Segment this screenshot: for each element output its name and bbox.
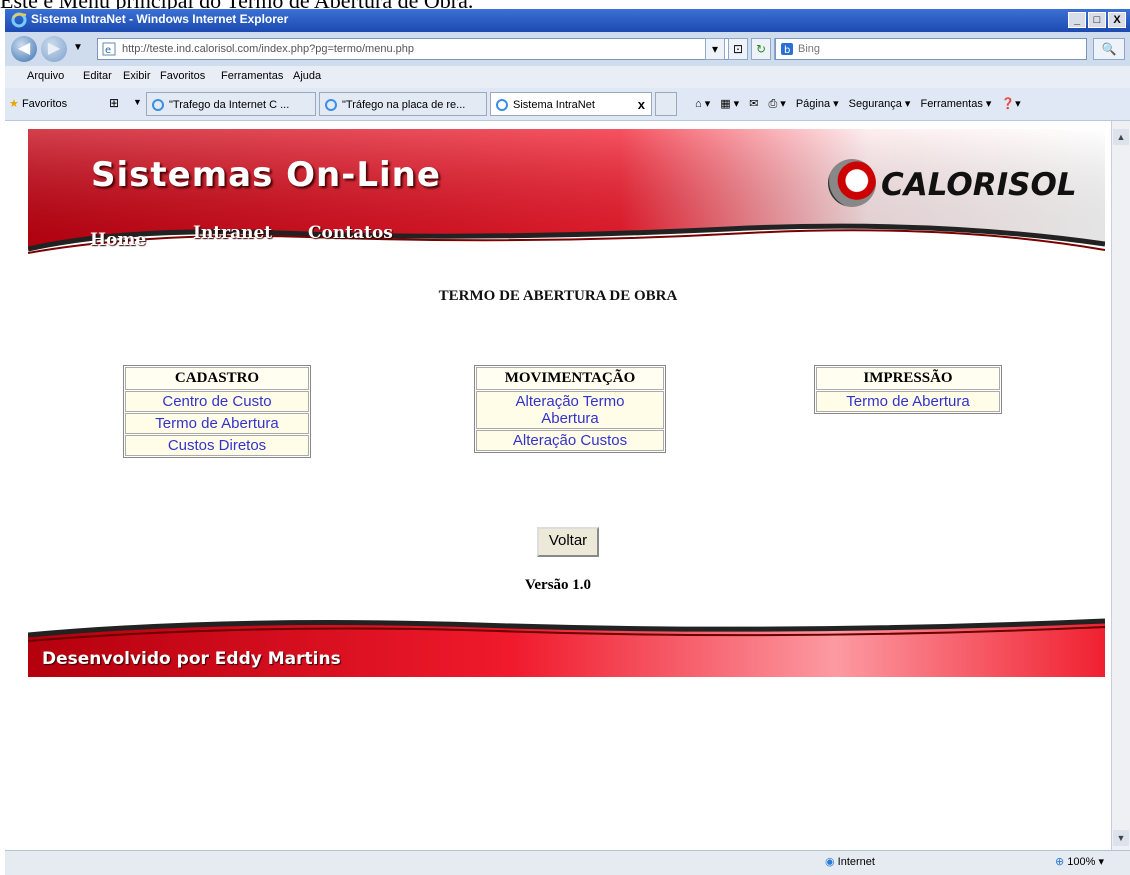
site-title: Sistemas On-Line — [91, 155, 441, 195]
menu-ferramentas[interactable]: Ferramentas — [221, 70, 283, 82]
print-icon[interactable]: ⎙ ▾ — [768, 97, 785, 111]
history-dropdown-icon[interactable]: ▼ — [73, 42, 83, 53]
search-placeholder: Bing — [798, 43, 821, 55]
window-titlebar[interactable]: Sistema IntraNet - Windows Internet Expl… — [5, 9, 1130, 32]
imprimir-termo-de-abertura-link[interactable]: Termo de Abertura — [816, 391, 1000, 412]
ie-tab-icon — [152, 99, 164, 111]
scroll-up-icon[interactable]: ▲ — [1113, 129, 1129, 145]
back-button[interactable]: ◀ — [11, 36, 37, 62]
menu-bar: Arquivo Editar Exibir Favoritos Ferramen… — [5, 66, 1130, 89]
footer-credit: Desenvolvido por Eddy Martins — [42, 649, 341, 669]
search-button[interactable]: 🔍 — [1093, 38, 1125, 60]
address-url: http://teste.ind.calorisol.com/index.php… — [122, 43, 414, 55]
quick-tabs-icon[interactable]: ⊞ — [109, 96, 119, 110]
tab-list-icon[interactable]: ▼ — [133, 97, 142, 107]
minimize-button[interactable]: _ — [1068, 12, 1086, 28]
window-title: Sistema IntraNet - Windows Internet Expl… — [31, 12, 289, 26]
tab-trafego-placa[interactable]: "Tráfego na placa de re... — [319, 92, 487, 116]
compatibility-view-icon[interactable]: ⊡ — [728, 38, 748, 60]
page-menu[interactable]: Página ▾ — [796, 97, 839, 111]
tab-sistema-intranet[interactable]: Sistema IntraNet x — [490, 92, 652, 116]
menu-favoritos[interactable]: Favoritos — [160, 70, 205, 82]
favorites-button[interactable]: ★ Favoritos — [9, 97, 67, 110]
movimentacao-header: MOVIMENTAÇÃO — [476, 367, 664, 390]
page-icon: e — [102, 42, 116, 56]
impressao-table: IMPRESSÃO Termo de Abertura — [814, 365, 1002, 414]
voltar-button[interactable]: Voltar — [537, 527, 599, 557]
star-icon: ★ — [9, 98, 19, 110]
tab-label: "Trafego da Internet C ... — [169, 99, 290, 111]
command-bar: ⌂ ▾ ▦ ▾ ✉ ⎙ ▾ Página ▾ Segurança ▾ Ferra… — [695, 97, 1021, 111]
alteracao-termo-abertura-link[interactable]: Alteração Termo Abertura — [476, 391, 664, 429]
zoom-control[interactable]: ⊕ 100% ▾ — [1055, 855, 1104, 868]
footer-banner: Desenvolvido por Eddy Martins — [28, 607, 1105, 677]
page-title: TERMO DE ABERTURA DE OBRA — [438, 288, 678, 304]
home-icon[interactable]: ⌂ ▾ — [695, 97, 710, 111]
ie-logo-icon — [11, 12, 27, 28]
status-bar: ◉ Internet ⊕ 100% ▾ — [5, 850, 1130, 875]
close-window-button[interactable]: X — [1108, 12, 1126, 28]
zoom-level: 100% — [1067, 856, 1096, 868]
zone-label: Internet — [837, 856, 875, 868]
menu-ajuda[interactable]: Ajuda — [293, 70, 321, 82]
window-controls: _ □ X — [1068, 12, 1126, 28]
nav-contatos-link[interactable]: Contatos — [308, 223, 393, 243]
maximize-button[interactable]: □ — [1088, 12, 1106, 28]
forward-button[interactable]: ▶ — [41, 36, 67, 62]
cadastro-header: CADASTRO — [125, 367, 309, 390]
page-content: Sistemas On-Line CALORISOL Home Intranet… — [5, 121, 1111, 850]
menu-arquivo[interactable]: Arquivo — [27, 70, 64, 82]
search-input[interactable]: b Bing — [775, 38, 1087, 60]
svg-text:b: b — [784, 45, 790, 56]
security-menu[interactable]: Segurança ▾ — [849, 97, 911, 111]
impressao-header: IMPRESSÃO — [816, 367, 1000, 390]
refresh-icon[interactable]: ↻ — [751, 38, 771, 60]
ie-tab-icon — [325, 99, 337, 111]
calorisol-logo-icon — [828, 159, 876, 207]
header-banner: Sistemas On-Line CALORISOL Home Intranet… — [28, 129, 1105, 257]
menu-editar[interactable]: Editar — [83, 70, 112, 82]
tab-label: "Tráfego na placa de re... — [342, 99, 466, 111]
help-icon[interactable]: ❓▾ — [1001, 97, 1020, 111]
tab-trafego-internet[interactable]: "Trafego da Internet C ... — [146, 92, 316, 116]
svg-text:e: e — [105, 45, 111, 56]
version-label: Versão 1.0 — [524, 577, 592, 593]
security-zone: ◉ Internet — [825, 855, 875, 868]
custos-diretos-link[interactable]: Custos Diretos — [125, 435, 309, 456]
close-tab-icon[interactable]: x — [638, 93, 645, 115]
bing-icon: b — [781, 43, 793, 56]
nav-intranet-link[interactable]: Intranet — [193, 223, 272, 243]
menu-exibir[interactable]: Exibir — [123, 70, 151, 82]
address-input[interactable]: e http://teste.ind.calorisol.com/index.p… — [97, 38, 729, 60]
alteracao-custos-link[interactable]: Alteração Custos — [476, 430, 664, 451]
centro-de-custo-link[interactable]: Centro de Custo — [125, 391, 309, 412]
vertical-scrollbar[interactable]: ▲ ▼ — [1111, 121, 1130, 850]
favorites-label: Favoritos — [21, 98, 68, 110]
ie-tab-icon — [496, 99, 508, 111]
tab-label: Sistema IntraNet — [513, 99, 595, 111]
zoom-icon: ⊕ — [1055, 856, 1065, 868]
address-toolbar: ◀ ▶ ▼ e http://teste.ind.calorisol.com/i… — [5, 32, 1130, 66]
tools-menu[interactable]: Ferramentas ▾ — [920, 97, 991, 111]
scroll-down-icon[interactable]: ▼ — [1113, 830, 1129, 846]
cadastro-table: CADASTRO Centro de Custo Termo de Abertu… — [123, 365, 311, 458]
calorisol-logo-text: CALORISOL — [881, 167, 1077, 203]
feeds-icon[interactable]: ▦ ▾ — [720, 97, 739, 111]
globe-icon: ◉ — [825, 856, 835, 868]
nav-home-link[interactable]: Home — [90, 230, 146, 250]
favorites-bar: ★ Favoritos ⊞ ▼ "Trafego da Internet C .… — [5, 88, 1130, 121]
termo-de-abertura-link[interactable]: Termo de Abertura — [125, 413, 309, 434]
movimentacao-table: MOVIMENTAÇÃO Alteração Termo Abertura Al… — [474, 365, 666, 453]
mail-icon[interactable]: ✉ — [749, 97, 758, 111]
new-tab-button[interactable] — [655, 92, 677, 116]
address-dropdown-icon[interactable]: ▾ — [705, 38, 725, 60]
